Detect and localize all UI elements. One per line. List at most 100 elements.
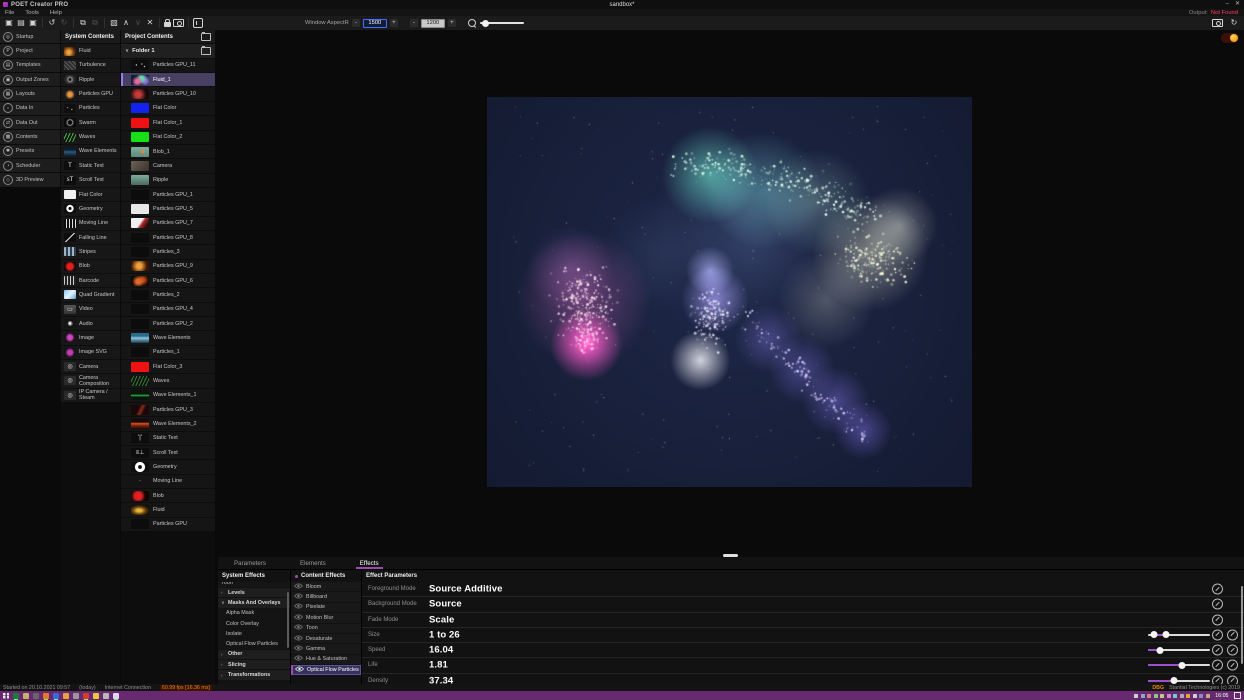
project-content-item[interactable]: Flat Color xyxy=(121,102,215,115)
eye-icon[interactable] xyxy=(295,666,304,674)
tray-icon-1[interactable] xyxy=(1141,694,1145,698)
project-content-item[interactable]: Particles GPU_5 xyxy=(121,202,215,215)
system-content-item[interactable]: Waves xyxy=(61,130,120,143)
eye-icon[interactable] xyxy=(294,624,303,632)
height-input[interactable]: 1200 xyxy=(421,19,445,28)
close-button[interactable]: ✕ xyxy=(1235,0,1240,9)
tray-icon-9[interactable] xyxy=(1193,694,1197,698)
edit-max-button[interactable] xyxy=(1227,629,1238,640)
move-down-icon[interactable]: ∨ xyxy=(133,18,143,28)
parameter-slider[interactable] xyxy=(1148,634,1210,636)
undo-icon[interactable]: ↺ xyxy=(47,18,57,28)
menu-help[interactable]: Help xyxy=(50,10,62,16)
save-as-icon[interactable]: ▣ xyxy=(28,18,38,28)
edit-value-button[interactable] xyxy=(1212,584,1223,595)
chevron-icon[interactable]: › xyxy=(221,673,226,678)
system-content-item[interactable]: ◎IP Camera / Steam xyxy=(61,389,120,402)
taskbar-app-explorer[interactable] xyxy=(23,693,29,699)
tab-parameters[interactable]: Parameters xyxy=(230,557,270,569)
eye-icon[interactable] xyxy=(294,614,303,622)
project-content-item[interactable]: Waves xyxy=(121,374,215,387)
chevron-icon[interactable]: › xyxy=(221,652,226,657)
render-viewport[interactable] xyxy=(487,97,972,487)
duplicate-icon[interactable]: ⧉ xyxy=(78,18,88,28)
taskbar-app-app-yellow[interactable] xyxy=(93,693,99,699)
project-content-item[interactable]: Fluid_1 xyxy=(121,73,215,86)
system-content-item[interactable]: Quad Gradient xyxy=(61,288,120,301)
eye-icon[interactable] xyxy=(294,593,303,601)
eye-icon[interactable] xyxy=(294,583,303,591)
project-content-item[interactable]: Particles GPU_9 xyxy=(121,260,215,273)
project-content-item[interactable]: Geometry xyxy=(121,460,215,473)
system-effect-item[interactable]: ›Transformations xyxy=(218,670,290,679)
project-content-item[interactable]: Particles GPU_2 xyxy=(121,317,215,330)
height-decrement-button[interactable]: - xyxy=(410,19,418,27)
tray-icon-2[interactable] xyxy=(1147,694,1151,698)
sidebar-item-scheduler[interactable]: ◔Scheduler xyxy=(0,159,60,172)
project-content-item[interactable]: Camera xyxy=(121,159,215,172)
project-content-item[interactable]: '|'Static Text xyxy=(121,432,215,445)
tray-icon-0[interactable] xyxy=(1134,694,1138,698)
project-content-item[interactable]: Particles GPU_10 xyxy=(121,87,215,100)
project-content-item[interactable]: Particles GPU_6 xyxy=(121,274,215,287)
project-content-item[interactable]: Flat Color_1 xyxy=(121,116,215,129)
edit-max-button[interactable] xyxy=(1227,645,1238,656)
slider-handle[interactable] xyxy=(1157,647,1164,654)
system-content-item[interactable]: Moving Line xyxy=(61,217,120,230)
content-effect-item[interactable]: Motion Blur xyxy=(291,613,361,622)
eye-icon[interactable] xyxy=(294,655,303,663)
project-content-item[interactable]: Fluid xyxy=(121,503,215,516)
paste-icon[interactable]: ⧉ xyxy=(90,18,100,28)
system-content-item[interactable]: Falling Line xyxy=(61,231,120,244)
project-content-item[interactable]: Particles GPU_4 xyxy=(121,303,215,316)
edit-value-button[interactable] xyxy=(1212,614,1223,625)
screenshot-icon[interactable] xyxy=(1212,19,1223,27)
clock[interactable]: 16:05 xyxy=(1215,693,1228,699)
content-effect-item[interactable]: Optical Flow Particles xyxy=(291,665,361,674)
slider-handle[interactable] xyxy=(1151,631,1158,638)
slider-handle[interactable] xyxy=(1162,631,1169,638)
system-content-item[interactable]: Particles xyxy=(61,102,120,115)
system-content-item[interactable]: Stripes xyxy=(61,245,120,258)
taskbar-app-app-red[interactable] xyxy=(83,693,89,699)
system-content-item[interactable]: Flat Color xyxy=(61,188,120,201)
height-increment-button[interactable]: + xyxy=(448,19,456,27)
tray-icon-5[interactable] xyxy=(1167,694,1171,698)
project-content-item[interactable]: Particles_3 xyxy=(121,245,215,258)
project-content-item[interactable]: Blob_1 xyxy=(121,145,215,158)
content-effect-item[interactable]: Billboard xyxy=(291,592,361,601)
delete-icon[interactable]: ✕ xyxy=(145,18,155,28)
project-content-item[interactable]: Wave Elements_2 xyxy=(121,417,215,430)
project-content-item[interactable]: Particles GPU_1 xyxy=(121,188,215,201)
taskbar-app-poet-creator[interactable] xyxy=(113,693,119,699)
system-effect-item[interactable]: ›Other xyxy=(218,650,290,659)
sidebar-item-contents[interactable]: ▩Contents xyxy=(0,130,60,143)
project-content-item[interactable]: Particles_1 xyxy=(121,346,215,359)
sidebar-item-presets[interactable]: ✱Presets xyxy=(0,145,60,158)
chevron-down-icon[interactable]: ∨ xyxy=(125,48,129,54)
sidebar-item-templates[interactable]: ▤Templates xyxy=(0,59,60,72)
folder-row[interactable]: ∨ Folder 1 xyxy=(121,44,215,57)
zoom-slider[interactable] xyxy=(480,22,524,24)
system-effect-item[interactable]: Isolate xyxy=(218,629,290,638)
taskbar-app-app-gray-1[interactable] xyxy=(33,693,39,699)
content-effect-item[interactable]: Hue & Saturation xyxy=(291,655,361,664)
refresh-icon[interactable]: ↻ xyxy=(1229,18,1239,28)
system-content-item[interactable]: TStatic Text xyxy=(61,159,120,172)
edit-min-button[interactable] xyxy=(1212,645,1223,656)
edit-min-button[interactable] xyxy=(1212,660,1223,671)
system-content-item[interactable]: Turbulence xyxy=(61,59,120,72)
save-icon[interactable]: ▣ xyxy=(4,18,14,28)
taskbar-app-settings[interactable] xyxy=(103,693,109,699)
project-content-item[interactable]: Flat Color_3 xyxy=(121,360,215,373)
tray-icon-3[interactable] xyxy=(1154,694,1158,698)
notes-icon[interactable] xyxy=(193,18,203,28)
taskbar-app-firefox[interactable] xyxy=(43,693,49,699)
chevron-icon[interactable]: › xyxy=(221,662,226,667)
content-effect-item[interactable]: Gamma xyxy=(291,644,361,653)
content-effect-item[interactable]: Bloom xyxy=(291,582,361,591)
snapshot-icon[interactable] xyxy=(173,19,184,27)
tray-icon-4[interactable] xyxy=(1160,694,1164,698)
lock-icon[interactable] xyxy=(164,22,171,27)
chevron-icon[interactable]: ∨ xyxy=(221,600,226,606)
